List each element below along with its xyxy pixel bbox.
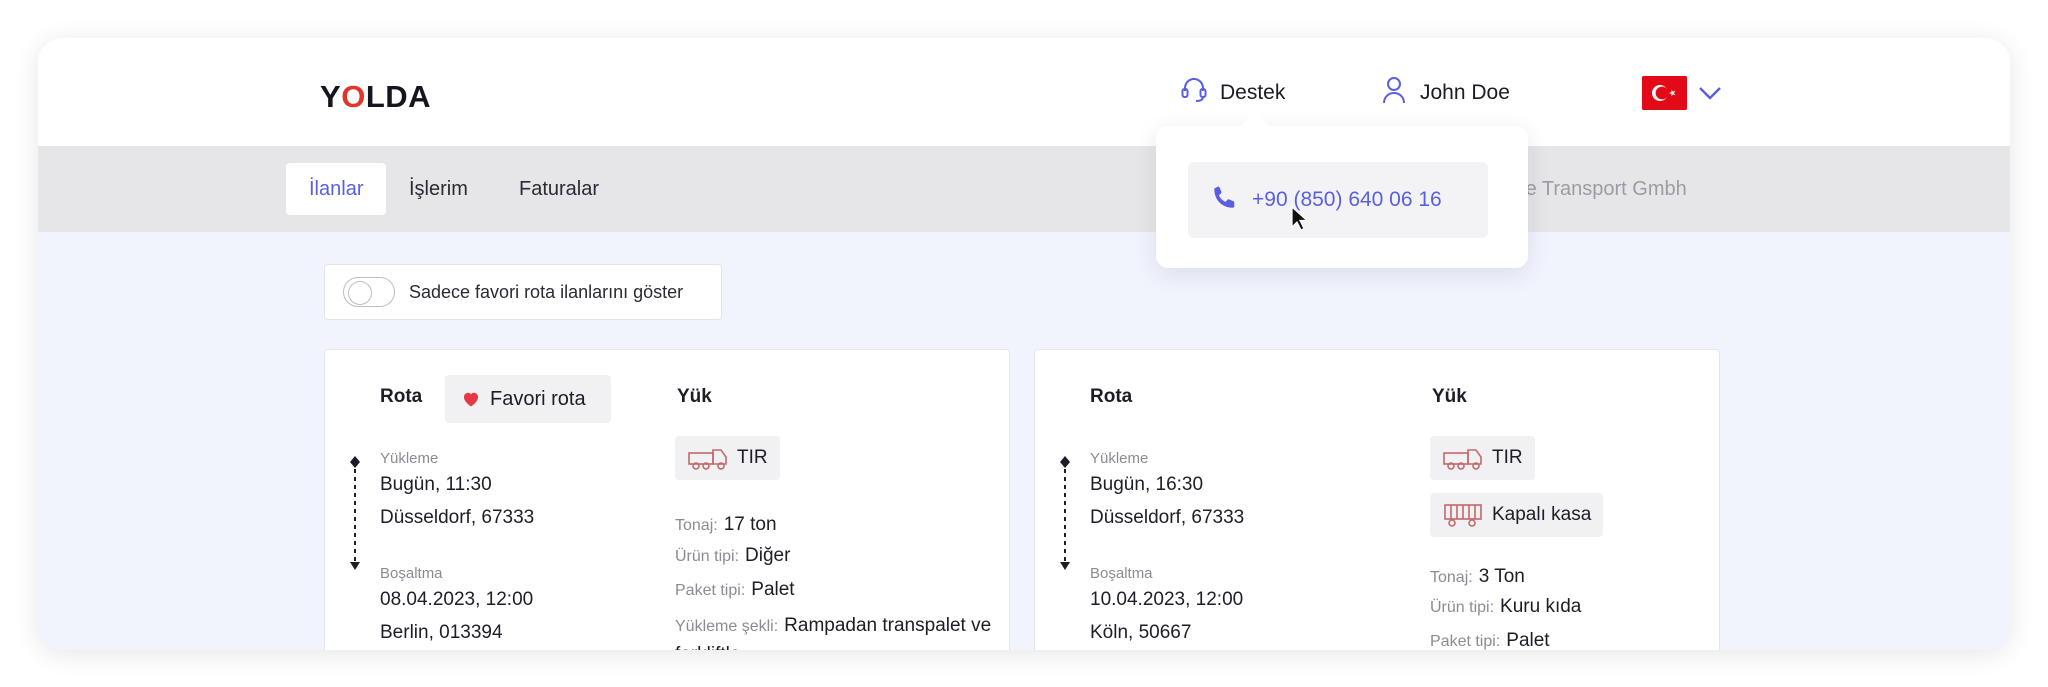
- unloading-label: Boşaltma: [380, 565, 443, 582]
- turkey-flag-icon[interactable]: [1642, 76, 1687, 110]
- chevron-down-icon[interactable]: [1696, 80, 1724, 106]
- body-type-chip: Kapalı kasa: [1430, 493, 1604, 537]
- phone-icon: [1210, 182, 1240, 218]
- tonnage-row: Tonaj: 3 Ton: [1430, 566, 1525, 587]
- body-type: Kapalı kasa: [1492, 504, 1592, 525]
- closed-trailer-icon: [1444, 504, 1482, 527]
- user-name: John Doe: [1420, 81, 1510, 104]
- top-header: YOLDA Destek John Doe: [38, 38, 2010, 146]
- yolda-logo[interactable]: YOLDA: [320, 79, 431, 115]
- company-name: Doe Transport Gmbh: [1500, 178, 1687, 200]
- favorite-route-badge[interactable]: Favori rota: [445, 375, 611, 423]
- vehicle-chip: TIR: [675, 436, 780, 480]
- unloading-place: Köln, 50667: [1090, 622, 1192, 643]
- truck-icon: [688, 449, 727, 470]
- loading-time: Bugün, 16:30: [1090, 474, 1204, 495]
- loading-place: Düsseldorf, 67333: [1090, 507, 1245, 528]
- loading-label: Yükleme: [1090, 450, 1149, 467]
- loading-place: Düsseldorf, 67333: [380, 507, 535, 528]
- favorite-routes-filter: Sadece favori rota ilanlarını göster: [324, 264, 722, 320]
- unloading-label: Boşaltma: [1090, 565, 1153, 582]
- main-tabs-bar: İlanlar İşlerim Faturalar Doe Transport …: [38, 146, 2010, 232]
- unloading-time: 10.04.2023, 12:00: [1090, 589, 1244, 610]
- loading-label: Yükleme: [380, 450, 439, 467]
- package-type-row: Paket tipi: Palet: [675, 579, 795, 600]
- package-type-row: Paket tipi: Palet: [1430, 630, 1550, 650]
- tab-islerim[interactable]: İşlerim: [386, 163, 491, 215]
- favorite-routes-toggle-label: Sadece favori rota ilanlarını göster: [409, 281, 684, 302]
- route-label: Rota: [1090, 386, 1133, 407]
- headset-icon: [1178, 74, 1210, 112]
- favorite-routes-toggle[interactable]: [343, 277, 395, 307]
- product-type-row: Ürün tipi: Diğer: [675, 545, 791, 566]
- vehicle-chip: TIR: [1430, 436, 1535, 480]
- vehicle-type: TIR: [1492, 447, 1523, 468]
- loading-time: Bugün, 11:30: [380, 474, 492, 495]
- support-menu[interactable]: Destek: [1178, 74, 1285, 112]
- listing-card[interactable]: Rota Favori rota Yükleme Bugün, 11:30 Dü…: [324, 349, 1010, 650]
- app-window: YOLDA Destek John Doe İlanlar İşlerim Fa…: [38, 38, 2010, 650]
- user-menu[interactable]: John Doe: [1378, 74, 1510, 112]
- phone-number: +90 (850) 640 06 16: [1252, 188, 1442, 211]
- user-icon: [1378, 74, 1410, 112]
- listing-card[interactable]: Rota Yükleme Bugün, 16:30 Düsseldorf, 67…: [1034, 349, 1720, 650]
- support-popover: +90 (850) 640 06 16: [1156, 126, 1528, 268]
- support-label: Destek: [1220, 81, 1286, 104]
- route-label: Rota: [380, 386, 423, 407]
- route-line-icon: [1060, 456, 1070, 570]
- cargo-label: Yük: [677, 386, 712, 407]
- vehicle-type: TIR: [737, 447, 768, 468]
- heart-icon: [463, 392, 479, 407]
- tab-faturalar[interactable]: Faturalar: [496, 163, 622, 215]
- truck-icon: [1443, 449, 1482, 470]
- favorite-route-label: Favori rota: [490, 387, 586, 410]
- unloading-place: Berlin, 013394: [380, 622, 503, 643]
- unloading-time: 08.04.2023, 12:00: [380, 589, 534, 610]
- loading-method-row: Yükleme şekli:Rampadan transpalet ve for…: [675, 615, 992, 650]
- tab-ilanlar[interactable]: İlanlar: [286, 163, 387, 215]
- mouse-cursor-icon: [1291, 206, 1309, 231]
- tonnage-row: Tonaj: 17 ton: [675, 514, 777, 535]
- product-type-row: Ürün tipi: Kuru kıda: [1430, 596, 1582, 617]
- phone-number-button[interactable]: +90 (850) 640 06 16: [1188, 162, 1488, 238]
- route-line-icon: [350, 456, 360, 570]
- cargo-label: Yük: [1432, 386, 1467, 407]
